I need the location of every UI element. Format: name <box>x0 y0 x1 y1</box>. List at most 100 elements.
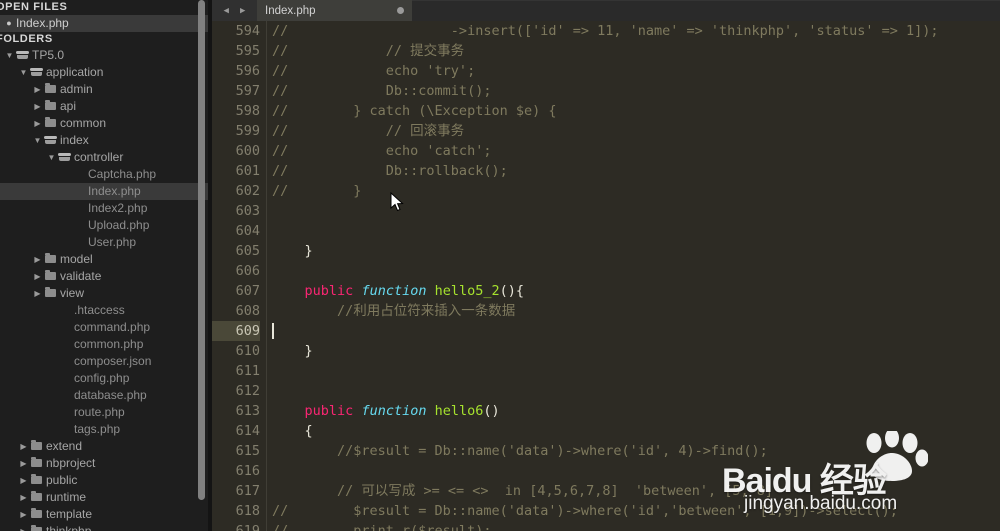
chevron-right-icon[interactable]: ▶ <box>32 285 43 302</box>
tab-index-php[interactable]: Index.php <box>257 0 412 21</box>
code-line[interactable]: 607 public function hello5_2(){ <box>212 281 1000 301</box>
tree-item-database-php[interactable]: ▶database.php <box>0 387 212 404</box>
tree-item-label: validate <box>60 269 102 283</box>
line-number: 606 <box>235 263 260 279</box>
tree-item-validate[interactable]: ▶ validate <box>0 268 212 285</box>
tree-item-composer-json[interactable]: ▶composer.json <box>0 353 212 370</box>
code-line[interactable]: 615 //$result = Db::name('data')->where(… <box>212 441 1000 461</box>
tree-item-controller[interactable]: ▼ controller <box>0 149 212 166</box>
chevron-right-icon[interactable]: ▶ <box>32 251 43 268</box>
tree-item-common[interactable]: ▶ common <box>0 115 212 132</box>
code-line[interactable]: 618 // $result = Db::name('data')->where(… <box>212 501 1000 521</box>
tree-item-captcha-php[interactable]: ▶Captcha.php <box>0 166 212 183</box>
code-token: (){ <box>499 283 525 299</box>
code-line[interactable]: 613 public function hello6() <box>212 401 1000 421</box>
code-line[interactable]: 616 <box>212 461 1000 481</box>
tree-item--htaccess[interactable]: ▶.htaccess <box>0 302 212 319</box>
tree-item-extend[interactable]: ▶ extend <box>0 438 212 455</box>
tree-item-model[interactable]: ▶ model <box>0 251 212 268</box>
tree-item-thinkphp[interactable]: ▶ thinkphp <box>0 523 212 531</box>
file-icon-spacer <box>57 336 72 353</box>
code-line[interactable]: 600 // echo 'catch'; <box>212 141 1000 161</box>
tree-item-index[interactable]: ▼ index <box>0 132 212 149</box>
tree-item-template[interactable]: ▶ template <box>0 506 212 523</box>
tree-item-index-php[interactable]: ▶Index.php <box>0 183 212 200</box>
code-line-text: // print_r($result); <box>272 521 491 531</box>
chevron-right-icon[interactable]: ▶ <box>18 506 29 523</box>
folder-closed-icon <box>43 251 58 268</box>
next-tab-icon[interactable]: ▶ <box>240 6 245 16</box>
tree-item-nbproject[interactable]: ▶ nbproject <box>0 455 212 472</box>
tree-item-runtime[interactable]: ▶ runtime <box>0 489 212 506</box>
code-line[interactable]: 617 // 可以写成 >= <= <> in [4,5,6,7,8] 'bet… <box>212 481 1000 501</box>
folder-open-icon <box>43 132 58 149</box>
tree-item-admin[interactable]: ▶ admin <box>0 81 212 98</box>
code-line[interactable]: 609 <box>212 321 1000 341</box>
tree-item-public[interactable]: ▶ public <box>0 472 212 489</box>
chevron-right-icon[interactable]: ▶ <box>18 472 29 489</box>
code-line[interactable]: 597 // Db::commit(); <box>212 81 1000 101</box>
code-line[interactable]: 598 // } catch (\Exception $e) { <box>212 101 1000 121</box>
sidebar-scrollbar[interactable] <box>198 0 205 500</box>
chevron-right-icon[interactable]: ▶ <box>18 438 29 455</box>
code-line[interactable]: 596 // echo 'try'; <box>212 61 1000 81</box>
code-line[interactable]: 610 } <box>212 341 1000 361</box>
chevron-right-icon[interactable]: ▶ <box>18 455 29 472</box>
chevron-right-icon[interactable]: ▶ <box>32 98 43 115</box>
code-line[interactable]: 611 <box>212 361 1000 381</box>
tree-item-command-php[interactable]: ▶command.php <box>0 319 212 336</box>
tree-item-index2-php[interactable]: ▶Index2.php <box>0 200 212 217</box>
open-file-item[interactable]: ● Index.php <box>0 15 212 32</box>
code-line[interactable]: 619 // print_r($result); <box>212 521 1000 531</box>
code-token: public <box>304 403 354 419</box>
code-line[interactable]: 602 // } <box>212 181 1000 201</box>
code-line[interactable]: 612 <box>212 381 1000 401</box>
code-line[interactable]: 594 // ->insert(['id' => 11, 'name' => 't… <box>212 21 1000 41</box>
chevron-down-icon[interactable]: ▼ <box>4 47 15 64</box>
chevron-right-icon[interactable]: ▶ <box>32 268 43 285</box>
code-line[interactable]: 599 // // 回滚事务 <box>212 121 1000 141</box>
tree-item-label: public <box>46 473 78 487</box>
file-icon-spacer <box>71 166 86 183</box>
folder-closed-icon <box>29 455 44 472</box>
line-number: 619 <box>235 523 260 531</box>
tree-item-label: admin <box>60 82 93 96</box>
chevron-down-icon[interactable]: ▼ <box>46 149 57 166</box>
line-number: 617 <box>235 483 260 499</box>
code-line[interactable]: 603 <box>212 201 1000 221</box>
code-area[interactable]: 594 // ->insert(['id' => 11, 'name' => 't… <box>212 21 1000 531</box>
tree-item-user-php[interactable]: ▶User.php <box>0 234 212 251</box>
tree-item-route-php[interactable]: ▶route.php <box>0 404 212 421</box>
tree-item-upload-php[interactable]: ▶Upload.php <box>0 217 212 234</box>
tree-item-tp5-0[interactable]: ▼ TP5.0 <box>0 47 212 64</box>
code-line[interactable]: 606 <box>212 261 1000 281</box>
tree-item-view[interactable]: ▶ view <box>0 285 212 302</box>
chevron-right-icon[interactable]: ▶ <box>18 523 29 531</box>
prev-tab-icon[interactable]: ◀ <box>224 6 229 16</box>
code-line[interactable]: 604 <box>212 221 1000 241</box>
line-number: 598 <box>235 103 260 119</box>
code-line-text: public function hello5_2(){ <box>272 281 525 301</box>
chevron-down-icon[interactable]: ▼ <box>32 132 43 149</box>
code-line[interactable]: 614 { <box>212 421 1000 441</box>
code-line[interactable]: 595 // // 提交事务 <box>212 41 1000 61</box>
code-line[interactable]: 601 // Db::rollback(); <box>212 161 1000 181</box>
chevron-down-icon[interactable]: ▼ <box>18 64 29 81</box>
tree-item-api[interactable]: ▶ api <box>0 98 212 115</box>
code-token: } <box>272 343 313 359</box>
line-number: 608 <box>235 303 260 319</box>
tree-item-config-php[interactable]: ▶config.php <box>0 370 212 387</box>
folder-closed-icon <box>29 523 44 531</box>
code-line[interactable]: 608 //利用占位符来插入一条数据 <box>212 301 1000 321</box>
code-line[interactable]: 605 } <box>212 241 1000 261</box>
tree-item-tags-php[interactable]: ▶tags.php <box>0 421 212 438</box>
code-token: // // 回滚事务 <box>272 123 465 139</box>
tree-item-common-php[interactable]: ▶common.php <box>0 336 212 353</box>
code-line-text: // // 回滚事务 <box>272 121 464 141</box>
chevron-right-icon[interactable]: ▶ <box>32 115 43 132</box>
tree-item-application[interactable]: ▼ application <box>0 64 212 81</box>
chevron-right-icon[interactable]: ▶ <box>18 489 29 506</box>
folder-open-icon <box>29 64 44 81</box>
tab-nav-arrows[interactable]: ◀ ▶ <box>212 0 257 21</box>
chevron-right-icon[interactable]: ▶ <box>32 81 43 98</box>
